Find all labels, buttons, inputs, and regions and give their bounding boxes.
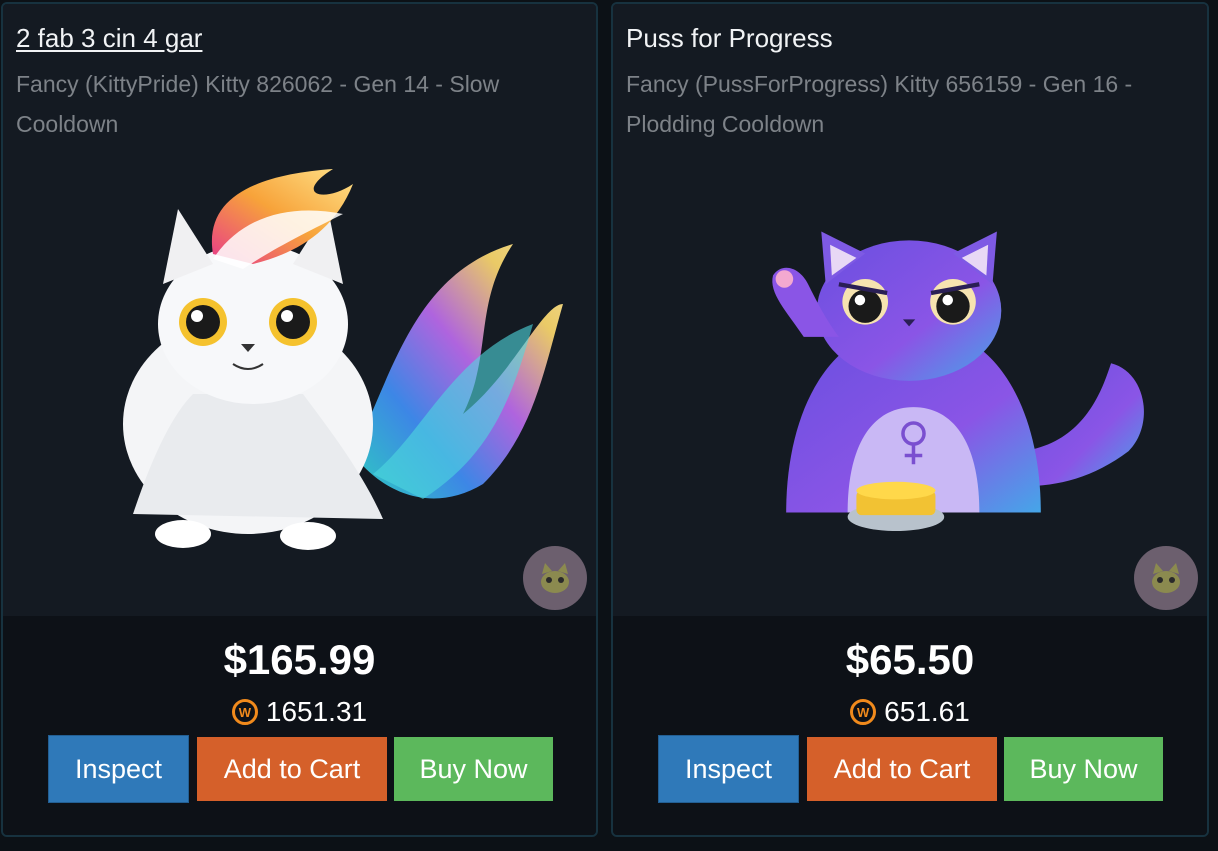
kitty-title-link[interactable]: 2 fab 3 cin 4 gar bbox=[16, 23, 202, 54]
price-usd: $165.99 bbox=[223, 636, 376, 683]
price-usd: $65.50 bbox=[845, 636, 975, 683]
kitty-card-header: 2 fab 3 cin 4 gar Fancy (KittyPride) Kit… bbox=[3, 4, 596, 616]
wax-price-value: 651.61 bbox=[884, 696, 970, 727]
kitty-description: Fancy (PussForProgress) Kitty 656159 - G… bbox=[626, 71, 1133, 137]
kitty-pride-cat-image[interactable] bbox=[93, 154, 593, 564]
kitty-purchase-panel: $165.99 W 1651.31 Inspect Add to Cart Bu… bbox=[3, 616, 596, 835]
kitty-title[interactable]: Puss for Progress bbox=[626, 23, 833, 54]
inspect-button[interactable]: Inspect bbox=[48, 735, 189, 803]
wax-price: W 1651.31 bbox=[3, 696, 596, 728]
kitty-card: Puss for Progress Fancy (PussForProgress… bbox=[611, 2, 1209, 837]
wax-token-icon: W bbox=[850, 699, 877, 725]
cattribute-badge-icon[interactable] bbox=[523, 546, 587, 610]
cattribute-badge-icon[interactable] bbox=[1134, 546, 1198, 610]
inspect-button[interactable]: Inspect bbox=[658, 735, 799, 803]
kitty-card: 2 fab 3 cin 4 gar Fancy (KittyPride) Kit… bbox=[1, 2, 598, 837]
wax-token-icon: W bbox=[231, 699, 258, 725]
add-to-cart-button[interactable]: Add to Cart bbox=[807, 737, 997, 801]
kitty-description: Fancy (KittyPride) Kitty 826062 - Gen 14… bbox=[16, 71, 500, 137]
kitty-purchase-panel: $65.50 W 651.61 Inspect Add to Cart Buy … bbox=[613, 616, 1207, 835]
buy-now-button[interactable]: Buy Now bbox=[1004, 737, 1163, 801]
add-to-cart-button[interactable]: Add to Cart bbox=[197, 737, 387, 801]
buy-now-button[interactable]: Buy Now bbox=[394, 737, 553, 801]
wax-price: W 651.61 bbox=[613, 696, 1207, 728]
wax-price-value: 1651.31 bbox=[265, 696, 368, 727]
puss-for-progress-cat-image[interactable] bbox=[733, 214, 1173, 574]
kitty-listing-grid: 2 fab 3 cin 4 gar Fancy (KittyPride) Kit… bbox=[0, 0, 1218, 851]
kitty-card-header: Puss for Progress Fancy (PussForProgress… bbox=[613, 4, 1207, 616]
